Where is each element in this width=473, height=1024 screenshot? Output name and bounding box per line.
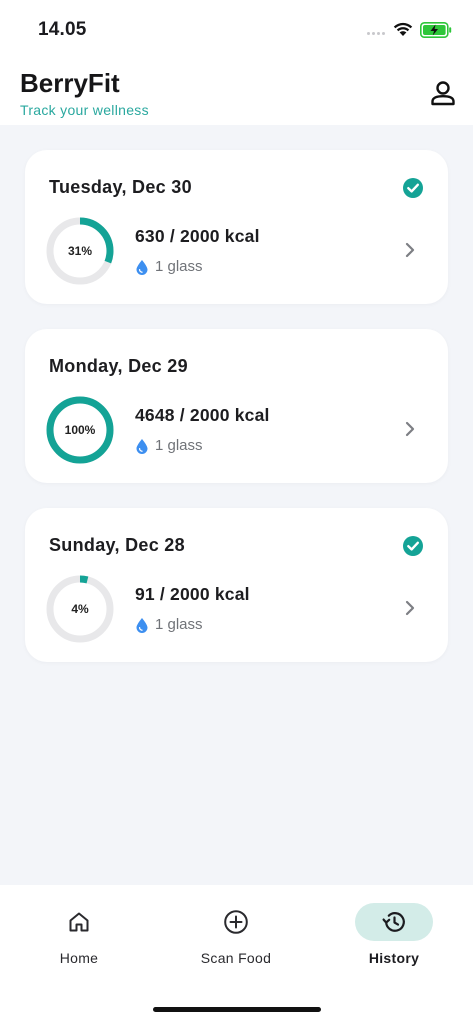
add-circle-icon	[224, 910, 248, 934]
nav-scan-label: Scan Food	[200, 950, 272, 966]
water-drop-icon	[136, 617, 148, 633]
history-card-dec-28[interactable]: Sunday, Dec 28 4% 91 / 2000 kcal 1 glass	[25, 508, 448, 662]
nav-history[interactable]: History	[339, 903, 449, 973]
battery-charging-icon	[420, 22, 452, 38]
water-summary: 1 glass	[135, 437, 203, 454]
user-icon	[431, 81, 455, 106]
chevron-right-icon	[405, 421, 415, 437]
profile-button[interactable]	[426, 76, 460, 110]
nav-history-icon-wrap	[355, 903, 433, 941]
history-icon	[382, 912, 405, 932]
calorie-percent: 100%	[64, 423, 96, 437]
chevron-right-icon	[405, 242, 415, 258]
history-card-dec-29[interactable]: Monday, Dec 29 100% 4648 / 2000 kcal 1 g…	[25, 329, 448, 483]
status-bar: 14.05	[0, 0, 473, 58]
calorie-percent: 31%	[67, 244, 93, 258]
app-subtitle: Track your wellness	[20, 102, 149, 118]
history-card-dec-30[interactable]: Tuesday, Dec 30 31% 630 / 2000 kcal 1 gl…	[25, 150, 448, 304]
water-summary: 1 glass	[135, 258, 203, 275]
day-date: Tuesday, Dec 30	[49, 177, 192, 197]
home-indicator	[153, 1007, 321, 1012]
nav-scan-icon-wrap	[197, 903, 275, 941]
nav-home[interactable]: Home	[24, 903, 134, 973]
water-drop-icon	[136, 259, 148, 275]
check-circle-icon	[403, 178, 423, 198]
home-icon	[69, 912, 89, 932]
nav-home-icon-wrap	[40, 903, 118, 941]
day-date: Monday, Dec 29	[49, 356, 188, 376]
calorie-summary: 4648 / 2000 kcal	[135, 405, 270, 425]
app-header: BerryFit Track your wellness	[0, 58, 473, 125]
water-count: 1 glass	[155, 258, 203, 275]
nav-scan-food[interactable]: Scan Food	[181, 903, 291, 973]
day-date: Sunday, Dec 28	[49, 535, 185, 555]
chevron-right-icon	[405, 600, 415, 616]
check-circle-icon	[403, 536, 423, 556]
nav-home-label: Home	[59, 950, 99, 966]
calorie-summary: 630 / 2000 kcal	[135, 226, 260, 246]
bottom-nav: Home Scan Food History	[0, 885, 473, 1024]
calorie-summary: 91 / 2000 kcal	[135, 584, 250, 604]
app-title: BerryFit	[20, 68, 120, 98]
water-summary: 1 glass	[135, 616, 203, 633]
status-time: 14.05	[38, 19, 87, 40]
water-count: 1 glass	[155, 437, 203, 454]
calorie-percent: 4%	[71, 602, 89, 616]
water-drop-icon	[136, 438, 148, 454]
nav-history-label: History	[368, 950, 420, 966]
wifi-icon	[393, 22, 413, 36]
water-count: 1 glass	[155, 616, 203, 633]
signal-icon	[367, 32, 385, 35]
